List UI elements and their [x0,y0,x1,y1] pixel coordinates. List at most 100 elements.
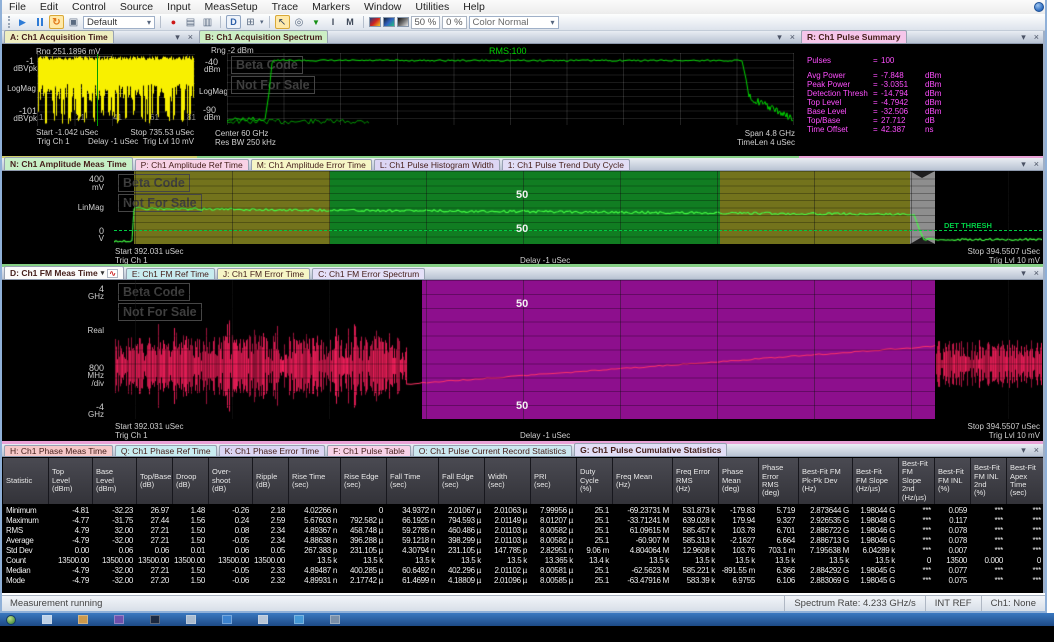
panel-close-icon[interactable]: × [1034,159,1039,170]
tab-q[interactable]: Q: Ch1 Phase Ref Time [115,445,217,456]
color-offset-field[interactable]: 0 % [442,16,466,29]
stat-value: 27.21 [137,566,173,575]
toolbar-grip[interactable] [8,16,11,28]
taskbar-icon[interactable] [186,615,196,624]
tab-1[interactable]: 1: Ch1 Pulse Trend Duty Cycle [502,159,630,170]
play-icon[interactable]: ▶ [15,15,30,29]
menu-window[interactable]: Window [357,1,408,13]
tab-h[interactable]: H: Ch1 Phase Meas Time [4,445,113,456]
tab-r[interactable]: R: Ch1 Pulse Summary [801,30,907,43]
stat-row-mode[interactable]: Mode-4.79-32.0027.201.50-0.062.324.89931… [3,575,1043,585]
detection-threshold-line [114,230,1042,231]
menu-control[interactable]: Control [65,1,113,13]
taskbar-icon[interactable] [78,615,88,624]
tab-g[interactable]: G: Ch1 Pulse Cumulative Statistics [574,443,727,456]
menu-trace[interactable]: Trace [265,1,305,13]
help-icon[interactable] [1034,2,1044,12]
stat-value: 13.5 k [853,556,899,565]
tab-j[interactable]: J: Ch1 FM Error Time [217,268,310,279]
colormap-chip-2[interactable] [383,17,395,27]
layout-grid-icon[interactable]: ⊞ [243,15,258,29]
menu-markers[interactable]: Markers [305,1,357,13]
pause-icon[interactable] [32,15,47,29]
menu-source[interactable]: Source [113,1,160,13]
stat-value: 1.98045 G [853,566,899,575]
menu-input[interactable]: Input [160,1,197,13]
layout-chevron-icon[interactable]: ▾ [260,18,264,26]
panel-menu-icon[interactable]: ▾ [1021,268,1026,279]
panel-menu-icon[interactable]: ▾ [777,32,782,43]
taskbar-icon[interactable] [294,615,304,624]
tab-e[interactable]: E: Ch1 FM Ref Time [126,268,215,279]
color-scale-field[interactable]: 50 % [411,16,441,29]
display-tile-icon[interactable]: D [226,15,241,29]
panel-close-icon[interactable]: × [1034,32,1039,43]
tab-a[interactable]: A: Ch1 Acquisition Time [4,30,114,43]
panel-menu-icon[interactable]: ▾ [1021,445,1026,456]
pointer-icon[interactable]: ↖ [275,15,290,29]
stat-row-average[interactable]: Average-4.79-32.0027.211.50-0.052.344.88… [3,535,1043,545]
panel-close-icon[interactable]: × [188,32,193,43]
single-acquisition-icon[interactable]: ▣ [66,15,81,29]
marker-peak-icon[interactable]: ▼ [309,15,324,29]
taskbar-icon[interactable] [114,615,124,624]
tab-n[interactable]: N: Ch1 Amplitude Meas Time [4,157,133,170]
taskbar-icon[interactable] [222,615,232,624]
stat-row-median[interactable]: Median-4.79-32.0027.211.50-0.052.334.894… [3,565,1043,575]
band-marker-icon[interactable]: I [326,15,341,29]
panel-close-icon[interactable]: × [1034,445,1039,456]
tab-d[interactable]: D: Ch1 FM Meas Time▾∿ [4,266,124,279]
tab-label: Q: Ch1 Phase Ref Time [121,446,211,456]
panel-menu-icon[interactable]: ▾ [1021,32,1026,43]
stat-value: 8.01207 µ [531,516,577,525]
panel-menu-icon[interactable]: ▾ [175,32,180,43]
panel-close-icon[interactable]: × [1034,268,1039,279]
offset-marker-icon[interactable]: M [343,15,358,29]
stat-value: 5.67603 n [289,516,341,525]
stat-row-minimum[interactable]: Minimum-4.81-32.2326.971.48-0.262.184.02… [3,505,1043,515]
menu-utilities[interactable]: Utilities [408,1,456,13]
tab-k[interactable]: K: Ch1 Phase Error Time [219,445,325,456]
taskbar-icon[interactable] [150,615,160,624]
stat-value: 4.89931 n [289,576,341,585]
taskbar-icon[interactable] [330,615,340,624]
stat-value: 13.5 k [341,556,387,565]
zoom-selection-icon[interactable]: ◎ [292,15,307,29]
stat-name: Minimum [3,506,49,515]
taskbar-icon[interactable] [42,615,52,624]
stat-value: *** [899,576,935,585]
preset-combobox[interactable]: Default▾ [83,16,155,29]
colormap-chip-1[interactable] [369,17,381,27]
stat-row-rms[interactable]: RMS4.7932.0027.211.500.082.344.89367 n45… [3,525,1043,535]
menu-help[interactable]: Help [456,1,492,13]
tab-l[interactable]: L: Ch1 Pulse Histogram Width [374,159,500,170]
menu-file[interactable]: File [2,1,33,13]
time-cursor[interactable] [97,54,98,126]
panel-menu-icon[interactable]: ▾ [1021,159,1026,170]
stat-value: 103.76 [719,546,759,555]
restart-icon[interactable]: ↻ [49,15,64,29]
color-mode-combobox[interactable]: Color Normal▾ [469,16,559,29]
menu-edit[interactable]: Edit [33,1,65,13]
colormap-chip-3[interactable] [397,17,409,27]
stat-row-maximum[interactable]: Maximum-4.77-31.7527.441.560.242.595.676… [3,515,1043,525]
tab-c[interactable]: C: Ch1 FM Error Spectrum [312,268,425,279]
menu-meassetup[interactable]: MeasSetup [198,1,265,13]
tab-f[interactable]: F: Ch1 Pulse Table [327,445,411,456]
start-button[interactable] [6,615,16,625]
tab-b[interactable]: B: Ch1 Acquisition Spectrum [199,30,328,43]
recording-open-icon[interactable]: ▤ [183,15,198,29]
tab-caret-icon[interactable]: ▾ [101,269,105,277]
channel-indicator[interactable]: Ch1: None [981,596,1045,611]
panel-close-icon[interactable]: × [790,32,795,43]
stat-row-count[interactable]: Count13500.0013500.0013500.0013500.00135… [3,555,1043,565]
tab-o[interactable]: O: Ch1 Pulse Current Record Statistics [413,445,572,456]
stat-row-std-dev[interactable]: Std Dev0.000.060.060.010.060.05267.383 p… [3,545,1043,555]
recording-save-icon[interactable]: ▥ [200,15,215,29]
tab-m[interactable]: M: Ch1 Amplitude Error Time [251,159,372,170]
summary-row: Pulses=100 [807,56,941,65]
reference-indicator[interactable]: INT REF [925,596,981,611]
taskbar-icon[interactable] [258,615,268,624]
record-icon[interactable]: ● [166,15,181,29]
tab-p[interactable]: P: Ch1 Amplitude Ref Time [135,159,249,170]
